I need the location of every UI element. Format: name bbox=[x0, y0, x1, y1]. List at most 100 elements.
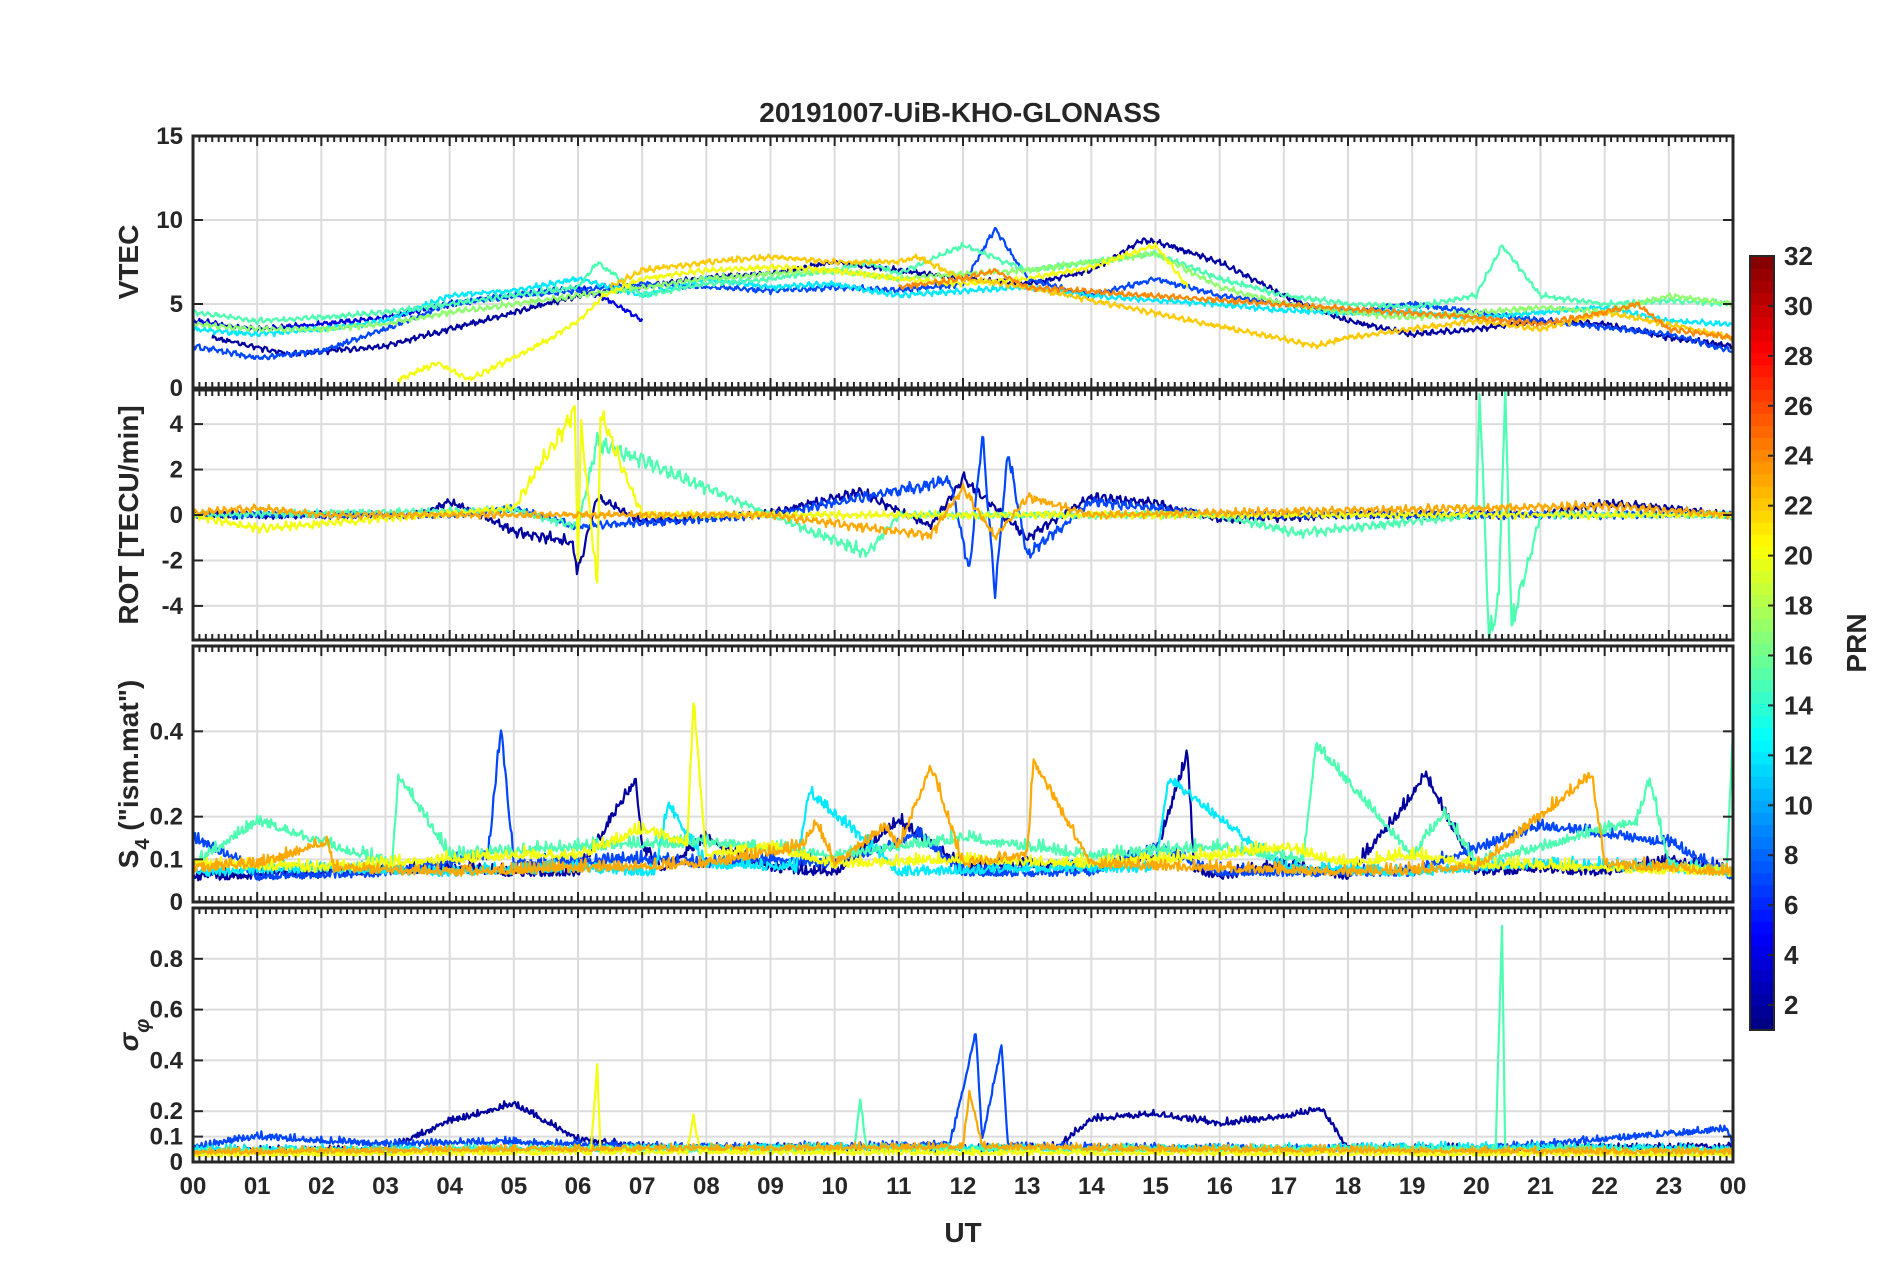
y-tick-label: 0.1 bbox=[150, 846, 183, 873]
colorbar-swatch bbox=[1750, 1017, 1774, 1031]
colorbar-swatch bbox=[1750, 739, 1774, 753]
x-tick-label: 06 bbox=[565, 1173, 592, 1200]
y-tick-label: 0 bbox=[170, 889, 183, 916]
colorbar-swatch bbox=[1750, 763, 1774, 777]
x-tick-label: 12 bbox=[950, 1173, 977, 1200]
colorbar-tick-label: 30 bbox=[1784, 291, 1813, 321]
colorbar-swatch bbox=[1750, 425, 1774, 439]
colorbar-tick-label: 24 bbox=[1784, 441, 1813, 471]
y-tick-label: 10 bbox=[156, 207, 183, 234]
colorbar-swatch bbox=[1750, 800, 1774, 813]
colorbar-swatch bbox=[1750, 413, 1774, 426]
colorbar-swatch bbox=[1750, 497, 1774, 511]
colorbar-swatch bbox=[1750, 437, 1774, 451]
y-tick-label: 0.2 bbox=[150, 804, 183, 831]
colorbar-tick-label: 2 bbox=[1784, 990, 1798, 1020]
colorbar-swatch bbox=[1750, 618, 1774, 632]
colorbar-swatch bbox=[1750, 896, 1774, 910]
x-tick-label: 02 bbox=[308, 1173, 335, 1200]
colorbar-swatch bbox=[1750, 872, 1774, 886]
colorbar-tick-label: 16 bbox=[1784, 640, 1813, 670]
colorbar-swatch bbox=[1750, 352, 1774, 366]
colorbar-swatch bbox=[1750, 582, 1774, 596]
y-tick-label: -4 bbox=[162, 593, 184, 620]
colorbar-tick-label: 12 bbox=[1784, 740, 1813, 770]
y-tick-label: -2 bbox=[162, 547, 183, 574]
colorbar-swatch bbox=[1750, 256, 1774, 269]
colorbar-swatch bbox=[1750, 969, 1774, 983]
colorbar-tick-label: 18 bbox=[1784, 591, 1813, 621]
x-tick-label: 22 bbox=[1591, 1173, 1618, 1200]
colorbar-swatch bbox=[1750, 909, 1774, 922]
figure: 20191007-UiB-KHO-GLONASS 051015VTEC 420-… bbox=[0, 0, 1902, 1272]
x-tick-label: 15 bbox=[1142, 1173, 1169, 1200]
colorbar-swatch bbox=[1750, 461, 1774, 475]
colorbar-swatch bbox=[1750, 691, 1774, 705]
colorbar-swatch bbox=[1750, 981, 1774, 995]
colorbar-swatch bbox=[1750, 884, 1774, 898]
x-tick-label: 13 bbox=[1014, 1173, 1041, 1200]
colorbar-swatch bbox=[1750, 776, 1774, 789]
colorbar-swatch bbox=[1750, 292, 1774, 305]
y-tick-label: 5 bbox=[170, 291, 183, 318]
y-tick-label: 2 bbox=[170, 457, 183, 484]
x-tick-label: 21 bbox=[1527, 1173, 1554, 1200]
colorbar-swatch bbox=[1750, 921, 1774, 934]
colorbar-swatch bbox=[1750, 727, 1774, 741]
x-tick-label: 23 bbox=[1655, 1173, 1682, 1200]
y-tick-label: 0.2 bbox=[150, 1098, 183, 1125]
colorbar-swatch bbox=[1750, 558, 1774, 572]
x-tick-label: 00 bbox=[1720, 1173, 1747, 1200]
x-axis-label: UT bbox=[944, 1217, 981, 1248]
x-tick-label: 18 bbox=[1335, 1173, 1362, 1200]
colorbar-swatch bbox=[1750, 860, 1774, 874]
colorbar-swatch bbox=[1750, 679, 1774, 692]
y-tick-label: 0 bbox=[170, 502, 183, 529]
colorbar-swatch bbox=[1750, 316, 1774, 330]
colorbar-tick-label: 10 bbox=[1784, 790, 1813, 820]
colorbar-tick-label: 4 bbox=[1784, 940, 1799, 970]
x-tick-label: 04 bbox=[436, 1173, 463, 1200]
x-tick-label: 16 bbox=[1206, 1173, 1233, 1200]
colorbar-swatch bbox=[1750, 522, 1774, 535]
y-axis-label: VTEC bbox=[113, 225, 144, 300]
x-tick-label: 20 bbox=[1463, 1173, 1490, 1200]
colorbar-swatch bbox=[1750, 1005, 1774, 1019]
colorbar-label: PRN bbox=[1841, 613, 1872, 672]
colorbar-swatch bbox=[1750, 836, 1774, 850]
colorbar-swatch bbox=[1750, 606, 1774, 620]
colorbar-swatch bbox=[1750, 389, 1774, 402]
x-tick-label: 19 bbox=[1399, 1173, 1426, 1200]
colorbar-tick-label: 20 bbox=[1784, 541, 1813, 571]
colorbar-swatch bbox=[1750, 630, 1774, 644]
rot-panel: 4 2 0 -2 -4 ROT [TECU/min] bbox=[113, 388, 1735, 642]
colorbar-tick-label: 8 bbox=[1784, 840, 1798, 870]
x-tick-label: 07 bbox=[629, 1173, 656, 1200]
x-tick-label: 14 bbox=[1078, 1173, 1105, 1200]
colorbar-tick-label: 22 bbox=[1784, 491, 1813, 521]
colorbar-swatch bbox=[1750, 715, 1774, 729]
y-tick-label: 0 bbox=[170, 375, 183, 402]
colorbar-tick-label: 14 bbox=[1784, 690, 1813, 720]
y-tick-label: 0.8 bbox=[150, 946, 183, 973]
colorbar-swatch bbox=[1750, 268, 1774, 281]
colorbar-swatch bbox=[1750, 328, 1774, 342]
colorbar-swatch bbox=[1750, 945, 1774, 959]
y-tick-label: 0.4 bbox=[150, 1047, 184, 1074]
colorbar-swatch bbox=[1750, 643, 1774, 656]
colorbar-swatch bbox=[1750, 340, 1774, 354]
y-tick-label: 0.6 bbox=[150, 997, 183, 1024]
colorbar-swatch bbox=[1750, 655, 1774, 668]
colorbar-swatch bbox=[1750, 667, 1774, 680]
y-tick-label: 4 bbox=[170, 411, 184, 438]
y-tick-label: 15 bbox=[156, 123, 183, 150]
x-tick-label: 01 bbox=[244, 1173, 271, 1200]
colorbar-swatch bbox=[1750, 957, 1774, 971]
colorbar-swatch bbox=[1750, 376, 1774, 390]
colorbar-swatch bbox=[1750, 546, 1774, 559]
colorbar-tick-label: 6 bbox=[1784, 890, 1798, 920]
y-tick-label: 0 bbox=[170, 1149, 183, 1176]
colorbar-swatch bbox=[1750, 824, 1774, 838]
colorbar-swatch bbox=[1750, 812, 1774, 826]
colorbar-swatch bbox=[1750, 485, 1774, 499]
